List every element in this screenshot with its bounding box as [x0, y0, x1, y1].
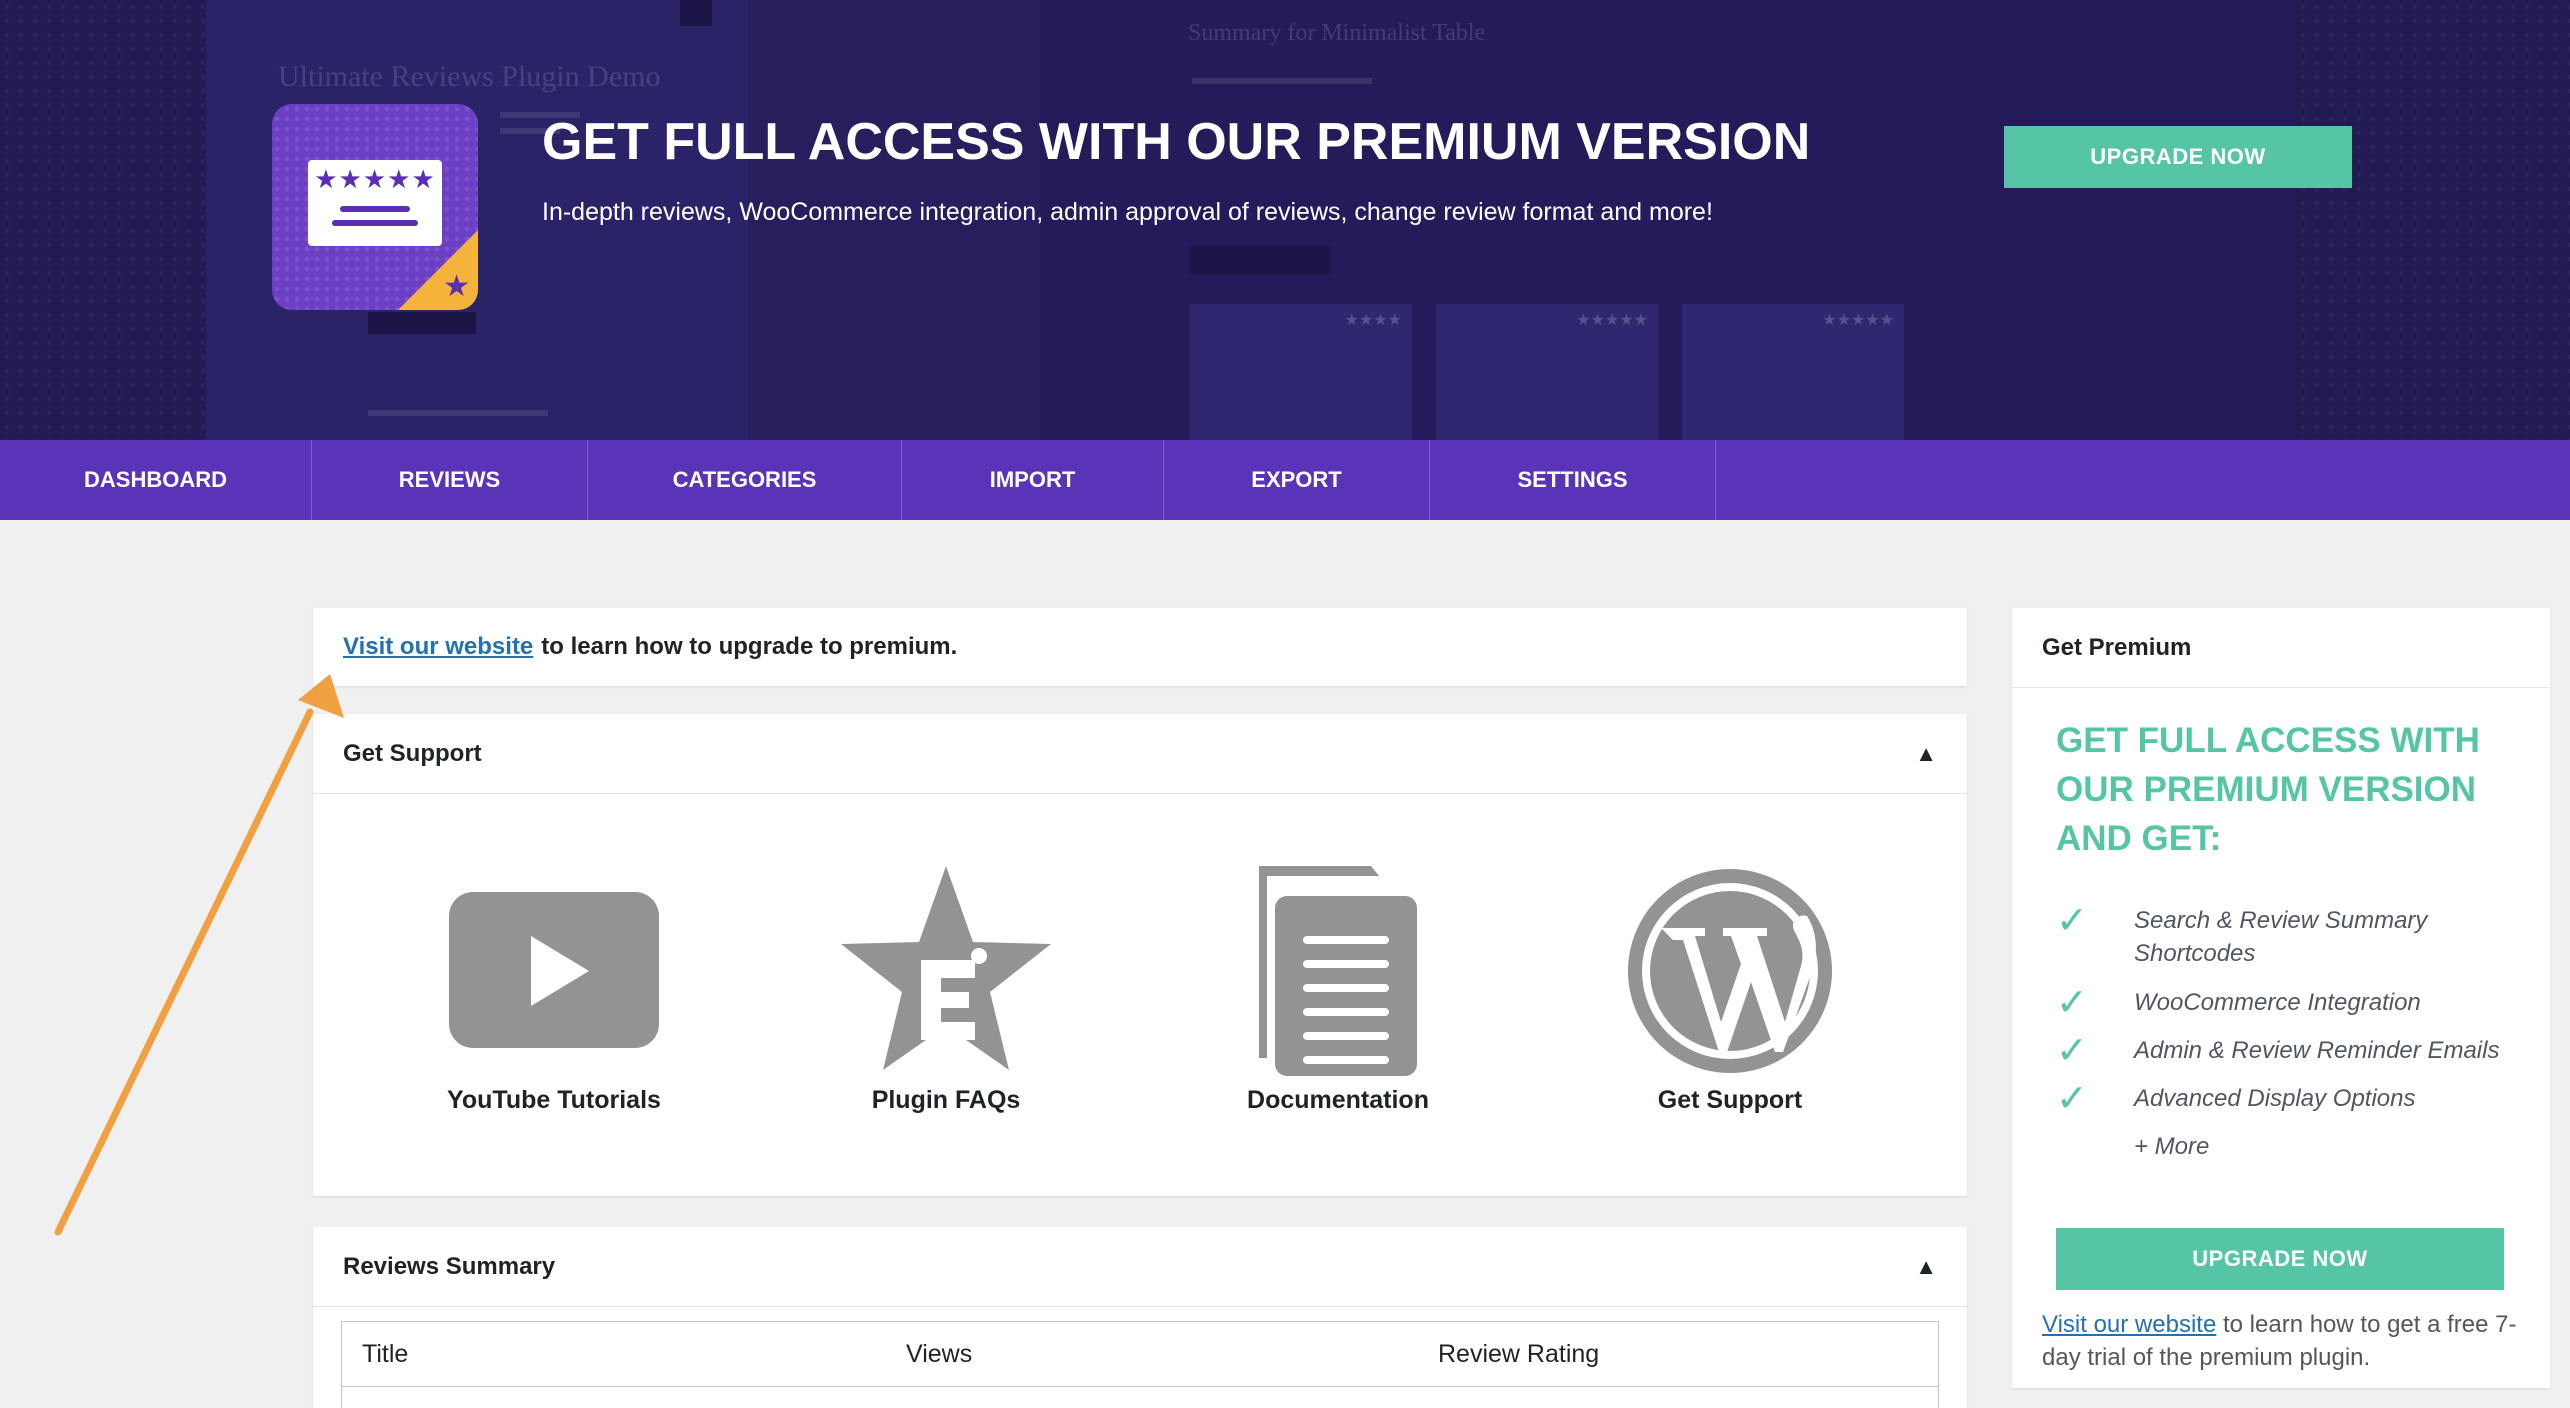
feature-text: Advanced Display Options: [2134, 1085, 2416, 1112]
feature-more-text: + More: [2134, 1133, 2210, 1160]
get-premium-title: Get Premium: [2042, 633, 2192, 661]
background-demo-line: [1192, 78, 1372, 84]
checkmark-icon: ✓: [2056, 982, 2088, 1024]
nav-tab-categories[interactable]: CATEGORIES: [588, 440, 902, 520]
reviews-summary-table: Title Views Review Rating: [341, 1321, 1939, 1408]
support-links: YouTube Tutorials Plugin FAQs Documentat…: [313, 794, 1967, 1196]
hero-upgrade-button[interactable]: UPGRADE NOW: [2004, 126, 2352, 188]
notice-text: to learn how to upgrade to premium.: [541, 633, 958, 660]
get-support-title: Get Support: [343, 739, 482, 767]
reviews-summary-header[interactable]: Reviews Summary ▲: [313, 1227, 1967, 1307]
reviews-summary-title: Reviews Summary: [343, 1252, 556, 1280]
column-header-review-rating[interactable]: Review Rating: [1438, 1322, 1599, 1386]
get-premium-header: Get Premium: [2012, 608, 2550, 688]
background-demo-line: [368, 410, 548, 416]
get-support-box: Get Support ▲ YouTube Tutorials Plugin F…: [313, 714, 1967, 1196]
premium-hero-banner: Ultimate Reviews Plugin Demo Summary for…: [0, 0, 2570, 440]
background-demo-title: Ultimate Reviews Plugin Demo: [278, 60, 661, 93]
plugin-logo: ★★★★★ ★: [272, 104, 478, 310]
checkmark-icon: ✓: [2056, 1030, 2088, 1072]
feature-text: WooCommerce Integration: [2134, 989, 2421, 1016]
youtube-icon: [449, 892, 659, 1048]
background-demo-button: [1190, 246, 1330, 274]
background-demo-button: [680, 0, 712, 26]
trial-website-link[interactable]: Visit our website: [2042, 1311, 2216, 1338]
hero-subtitle: In-depth reviews, WooCommerce integratio…: [542, 198, 1713, 226]
feature-text: Admin & Review Reminder Emails: [2134, 1037, 2500, 1064]
get-premium-box: Get Premium GET FULL ACCESS WITH OUR PRE…: [2012, 608, 2550, 1388]
visit-website-link[interactable]: Visit our website: [343, 633, 533, 661]
background-demo-thumb: ★★★★: [1190, 304, 1412, 440]
documentation-icon: [1259, 866, 1417, 1076]
reviews-summary-box: Reviews Summary ▲ Title Views Review Rat…: [313, 1227, 1967, 1408]
feature-item: ✓ Search & Review Summary Shortcodes: [2056, 900, 2526, 970]
faq-star-icon: [841, 866, 1051, 1070]
wordpress-icon: [1628, 869, 1832, 1073]
nav-tab-export[interactable]: EXPORT: [1164, 440, 1430, 520]
support-label-documentation: Documentation: [1247, 1086, 1429, 1114]
support-link-get-support[interactable]: Get Support: [1534, 794, 1926, 1196]
support-label-youtube: YouTube Tutorials: [447, 1086, 661, 1114]
checkmark-icon: ✓: [2056, 900, 2088, 942]
premium-heading: GET FULL ACCESS WITH OUR PREMIUM VERSION…: [2056, 721, 2480, 858]
logo-stars-icon: ★★★★★: [314, 164, 436, 194]
upgrade-notice: Visit our website to learn how to upgrad…: [313, 608, 1967, 686]
trial-note: Visit our website to learn how to get a …: [2042, 1308, 2532, 1374]
nav-tab-dashboard[interactable]: DASHBOARD: [0, 440, 312, 520]
support-label-faqs: Plugin FAQs: [871, 1086, 1021, 1114]
nav-tab-import[interactable]: IMPORT: [902, 440, 1164, 520]
column-header-views[interactable]: Views: [906, 1322, 972, 1386]
sidebar-upgrade-button[interactable]: UPGRADE NOW: [2056, 1228, 2504, 1290]
support-link-faqs[interactable]: Plugin FAQs: [750, 794, 1142, 1196]
logo-star-icon: ★: [443, 270, 470, 303]
background-demo-button: [368, 312, 476, 334]
feature-text: Search & Review Summary Shortcodes: [2134, 907, 2428, 967]
collapse-toggle-icon[interactable]: ▲: [1915, 1254, 1937, 1280]
column-header-title[interactable]: Title: [362, 1322, 408, 1386]
hero-title: GET FULL ACCESS WITH OUR PREMIUM VERSION: [542, 113, 1811, 171]
background-demo-thumb: ★★★★★: [1682, 304, 1904, 440]
checkmark-icon: ✓: [2056, 1078, 2088, 1120]
plugin-nav-bar: DASHBOARD REVIEWS CATEGORIES IMPORT EXPO…: [0, 440, 2570, 520]
nav-tab-settings[interactable]: SETTINGS: [1430, 440, 1716, 520]
background-demo-summary-title: Summary for Minimalist Table: [1188, 20, 1486, 46]
support-link-documentation[interactable]: Documentation: [1142, 794, 1534, 1196]
support-label-get-support: Get Support: [1657, 1086, 1803, 1114]
table-divider: [342, 1386, 1938, 1387]
nav-tab-reviews[interactable]: REVIEWS: [312, 440, 588, 520]
support-link-youtube[interactable]: YouTube Tutorials: [358, 794, 750, 1196]
background-demo-thumb: ★★★★★: [1436, 304, 1658, 440]
get-support-header[interactable]: Get Support ▲: [313, 714, 1967, 794]
collapse-toggle-icon[interactable]: ▲: [1915, 741, 1937, 767]
